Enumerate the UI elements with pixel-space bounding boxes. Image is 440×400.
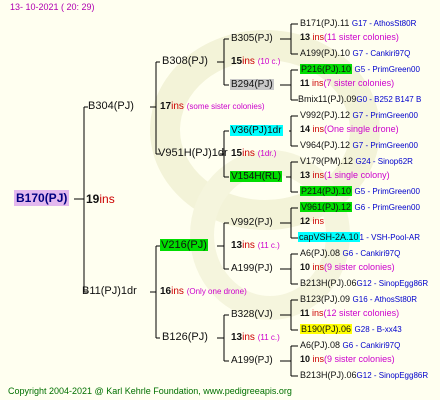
gen2-node[interactable]: V951H(PJ)1dr: [158, 148, 228, 159]
pedigree-chart: 13- 10-2021 ( 20: 29) B170(PJ) 19ins B30…: [0, 0, 440, 400]
gen3-node[interactable]: V154H(RL): [230, 171, 283, 182]
gen2-ins: 15ins (1dr.): [231, 148, 277, 159]
copyright-text: Copyright 2004-2021 @ Karl Kehrle Founda…: [8, 386, 199, 396]
gen3-node[interactable]: A199(PJ): [231, 264, 273, 274]
gen1-sire[interactable]: B11(PJ)1dr: [82, 286, 137, 297]
gen4-ins: 14 ins(One single drone): [300, 124, 399, 134]
gen4-node[interactable]: B190(PJ).06 G28 - B-xx43: [300, 324, 402, 334]
gen4-ins: 11 ins(12 sister colonies): [300, 308, 400, 318]
gen4-node[interactable]: V964(PJ).12 G7 - PrimGreen00: [300, 141, 418, 150]
gen3-node[interactable]: V992(PJ): [231, 218, 273, 228]
gen2-ins: 15ins (10 c.): [231, 56, 281, 67]
gen4-ins: 12 ins: [300, 216, 325, 226]
gen4-node[interactable]: capVSH-2A.101 - VSH-Pool-AR: [298, 232, 420, 242]
gen4-node[interactable]: A6(PJ).08 G6 - Cankiri97Q: [300, 341, 400, 350]
root-ins: 19ins: [86, 192, 115, 206]
gen4-ins: 10 ins(9 sister colonies): [300, 354, 395, 364]
gen4-node[interactable]: P214(PJ).10 G5 - PrimGreen00: [300, 186, 420, 196]
site-link[interactable]: www.pedigreeapis.org: [203, 386, 292, 396]
gen4-node[interactable]: V992(PJ).12 G7 - PrimGreen00: [300, 111, 418, 120]
timestamp: 13- 10-2021 ( 20: 29): [10, 2, 95, 12]
gen4-node[interactable]: B213H(PJ).06G12 - SinopEgg86R: [300, 371, 428, 380]
gen2-node[interactable]: B126(PJ): [162, 332, 208, 343]
gen4-ins: 13 ins(11 sister colonies): [300, 32, 399, 42]
gen2-ins: 13ins (11 c.): [231, 332, 280, 343]
gen3-node[interactable]: B305(PJ): [231, 34, 273, 44]
gen4-node[interactable]: V179(PM).12 G24 - Sinop62R: [300, 157, 413, 166]
gen4-node[interactable]: B123(PJ).09 G16 - AthosSt80R: [300, 295, 417, 304]
footer: Copyright 2004-2021 @ Karl Kehrle Founda…: [8, 386, 292, 396]
gen4-node[interactable]: P216(PJ).10 G5 - PrimGreen00: [300, 64, 420, 74]
gen4-ins: 11 ins(7 sister colonies): [300, 78, 395, 88]
root-queen[interactable]: B170(PJ): [14, 190, 70, 206]
gen1-dam[interactable]: B304(PJ): [88, 101, 134, 112]
gen2-node[interactable]: V216(PJ): [160, 239, 208, 251]
gen3-node[interactable]: V36(PJ)1dr: [230, 125, 283, 136]
gen4-ins: 13 ins(1 single colony): [300, 170, 390, 180]
gen4-node[interactable]: Bmix11(PJ).09G0 - B252 B147 B: [298, 95, 421, 104]
gen4-node[interactable]: A199(PJ).10 G7 - Cankiri97Q: [300, 49, 410, 58]
gen4-ins: 10 ins(9 sister colonies): [300, 262, 395, 272]
gen3-node[interactable]: B328(VJ): [231, 310, 273, 320]
gen1-dam-ins: 17ins (some sister colonies): [160, 101, 265, 112]
gen1-sire-ins: 16ins (Only one drone): [160, 286, 247, 297]
gen2-node[interactable]: B308(PJ): [162, 56, 208, 67]
gen4-node[interactable]: B213H(PJ).06G12 - SinopEgg86R: [300, 279, 428, 288]
root-name: B170(PJ): [14, 190, 70, 206]
gen3-node[interactable]: A199(PJ): [231, 356, 273, 366]
gen3-node[interactable]: B294(PJ): [230, 79, 274, 90]
gen2-ins: 13ins (11 c.): [231, 240, 280, 251]
gen4-node[interactable]: V961(PJ).12 G6 - PrimGreen00: [300, 202, 420, 212]
gen4-node[interactable]: B171(PJ).11 G17 - AthosSt80R: [300, 19, 416, 28]
gen4-node[interactable]: A6(PJ).08 G6 - Cankiri97Q: [300, 249, 400, 258]
